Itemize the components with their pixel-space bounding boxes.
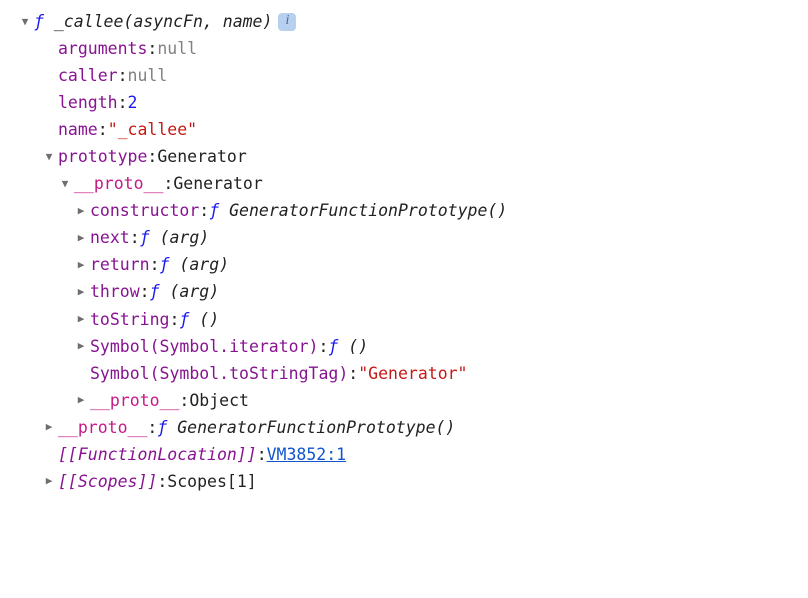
prop-value: GeneratorFunctionPrototype(): [229, 197, 507, 224]
fn-keyword-icon: ƒ: [209, 197, 219, 224]
prop-key: name: [58, 116, 98, 143]
prop-key: [[Scopes]]: [58, 468, 157, 495]
prop-proto[interactable]: __proto__: Generator: [18, 170, 808, 197]
prop-key: [[FunctionLocation]]: [58, 441, 257, 468]
prop-value: null: [128, 62, 168, 89]
expand-toggle-icon[interactable]: [42, 148, 56, 166]
prop-throw[interactable]: throw: ƒ (arg): [18, 278, 808, 305]
expand-toggle-icon[interactable]: [18, 13, 32, 31]
prop-value: 2: [128, 89, 138, 116]
expand-toggle-icon[interactable]: [42, 418, 56, 436]
prop-key: Symbol(Symbol.iterator): [90, 333, 318, 360]
prop-value: (): [348, 333, 368, 360]
prop-value: Scopes[1]: [167, 468, 256, 495]
prop-key: throw: [90, 278, 140, 305]
prop-next[interactable]: next: ƒ (arg): [18, 224, 808, 251]
prop-constructor[interactable]: constructor: ƒ GeneratorFunctionPrototyp…: [18, 197, 808, 224]
prop-value: GeneratorFunctionPrototype(): [177, 414, 455, 441]
prop-value: (arg): [179, 251, 229, 278]
expand-toggle-icon[interactable]: [74, 391, 88, 409]
prop-key: return: [90, 251, 150, 278]
prop-value: (arg): [160, 224, 210, 251]
fn-keyword-icon: ƒ: [160, 251, 170, 278]
source-link[interactable]: VM3852:1: [267, 441, 346, 468]
prop-length[interactable]: length: 2: [18, 89, 808, 116]
prop-key: arguments: [58, 35, 147, 62]
prop-scopes[interactable]: [[Scopes]]: Scopes[1]: [18, 468, 808, 495]
prop-key: constructor: [90, 197, 199, 224]
prop-value: (): [199, 306, 219, 333]
prop-return[interactable]: return: ƒ (arg): [18, 251, 808, 278]
fn-keyword-icon: ƒ: [328, 333, 338, 360]
prop-value: (arg): [169, 278, 219, 305]
expand-toggle-icon[interactable]: [74, 229, 88, 247]
prop-arguments[interactable]: arguments: null: [18, 35, 808, 62]
fn-params: (asyncFn, name): [123, 8, 272, 35]
expand-toggle-icon[interactable]: [74, 310, 88, 328]
fn-keyword-icon: ƒ: [150, 278, 160, 305]
prop-key: caller: [58, 62, 118, 89]
expand-toggle-icon[interactable]: [58, 175, 72, 193]
fn-keyword-icon: ƒ: [179, 306, 189, 333]
prop-symbol-iterator[interactable]: Symbol(Symbol.iterator): ƒ (): [18, 333, 808, 360]
expand-toggle-icon[interactable]: [74, 202, 88, 220]
prop-prototype[interactable]: prototype: Generator: [18, 143, 808, 170]
function-header[interactable]: ƒ _callee (asyncFn, name) i: [18, 8, 808, 35]
prop-symbol-tostringtag[interactable]: Symbol(Symbol.toStringTag): "Generator": [18, 360, 808, 387]
expand-toggle-icon[interactable]: [74, 337, 88, 355]
prop-proto[interactable]: __proto__: Object: [18, 387, 808, 414]
prop-key: __proto__: [90, 387, 179, 414]
prop-function-location[interactable]: [[FunctionLocation]]: VM3852:1: [18, 441, 808, 468]
fn-name: _callee: [54, 8, 124, 35]
prop-key: toString: [90, 306, 169, 333]
prop-name[interactable]: name: "_callee": [18, 116, 808, 143]
info-icon[interactable]: i: [278, 13, 296, 31]
fn-keyword-icon: ƒ: [140, 224, 150, 251]
prop-key: next: [90, 224, 130, 251]
expand-toggle-icon[interactable]: [74, 283, 88, 301]
prop-key: length: [58, 89, 118, 116]
prop-value: Generator: [157, 143, 246, 170]
fn-keyword: ƒ: [34, 8, 44, 35]
prop-value: Object: [189, 387, 249, 414]
prop-value: Generator: [173, 170, 262, 197]
prop-value: null: [157, 35, 197, 62]
prop-key: __proto__: [58, 414, 147, 441]
fn-keyword-icon: ƒ: [157, 414, 167, 441]
expand-toggle-icon[interactable]: [42, 472, 56, 490]
prop-key: prototype: [58, 143, 147, 170]
prop-caller[interactable]: caller: null: [18, 62, 808, 89]
prop-proto[interactable]: __proto__: ƒ GeneratorFunctionPrototype(…: [18, 414, 808, 441]
prop-value: "Generator": [358, 360, 467, 387]
prop-key: Symbol(Symbol.toStringTag): [90, 360, 348, 387]
prop-key: __proto__: [74, 170, 163, 197]
prop-tostring[interactable]: toString: ƒ (): [18, 306, 808, 333]
prop-value: "_callee": [108, 116, 197, 143]
expand-toggle-icon[interactable]: [74, 256, 88, 274]
